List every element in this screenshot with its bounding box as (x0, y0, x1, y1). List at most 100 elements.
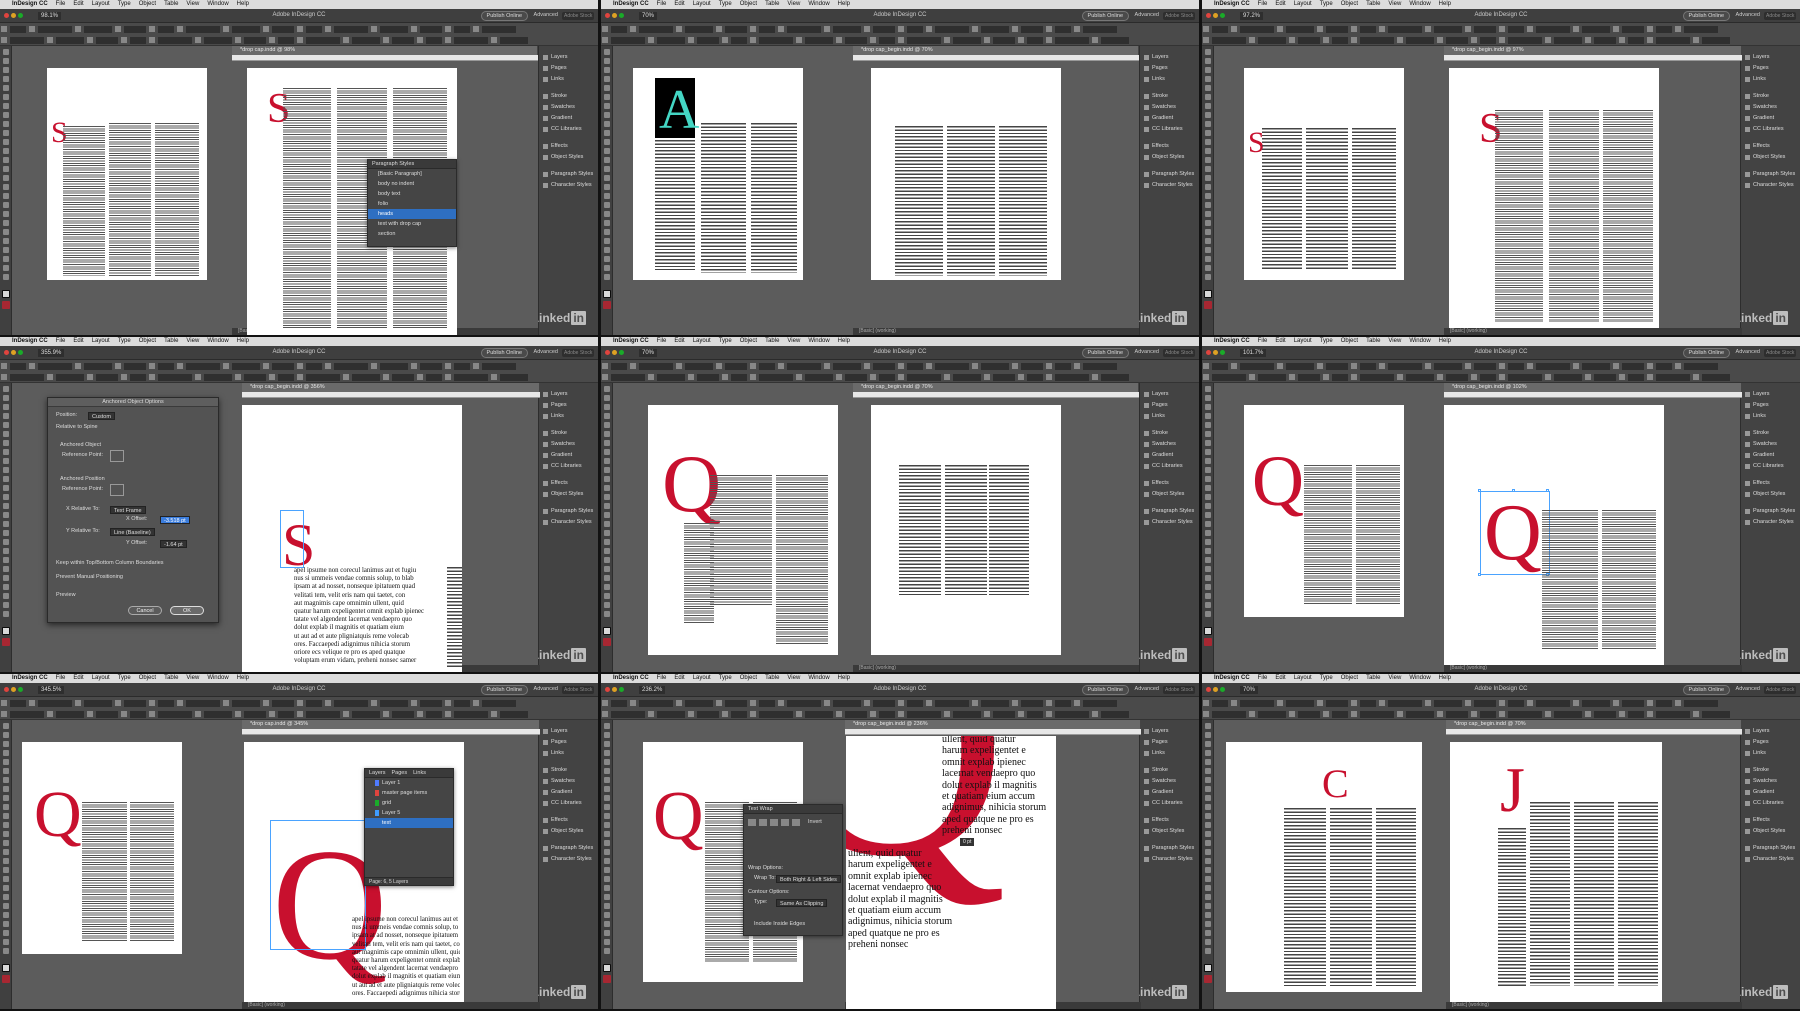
control-icon[interactable] (1203, 711, 1209, 717)
menu-file[interactable]: File (56, 675, 66, 681)
tool-icon[interactable] (1204, 67, 1211, 73)
tool-icon[interactable] (603, 404, 610, 410)
panel-pages[interactable]: Pages (1140, 400, 1199, 411)
panel-links[interactable]: Links (1741, 748, 1800, 759)
control-field[interactable] (953, 711, 981, 718)
control-field[interactable] (1582, 700, 1610, 707)
control-field[interactable] (1332, 374, 1348, 381)
control-icon[interactable] (343, 374, 349, 380)
control-icon[interactable] (926, 700, 932, 706)
control-icon[interactable] (1203, 700, 1209, 706)
control-icon[interactable] (87, 711, 93, 717)
tool-icon[interactable] (1204, 611, 1211, 617)
control-icon[interactable] (223, 700, 229, 706)
control-field[interactable] (454, 37, 488, 44)
tool-icon[interactable] (1204, 768, 1211, 774)
panel-character-styles[interactable]: Character Styles (539, 854, 598, 865)
control-icon[interactable] (1545, 711, 1551, 717)
selection-box[interactable] (280, 510, 304, 568)
tool-icon[interactable] (603, 485, 610, 491)
control-field[interactable] (186, 700, 220, 707)
control-field[interactable] (787, 700, 821, 707)
tool-icon[interactable] (1204, 903, 1211, 909)
menu-help[interactable]: Help (1439, 338, 1451, 344)
control-icon[interactable] (944, 37, 950, 43)
tool-icon[interactable] (1204, 912, 1211, 918)
document-tab[interactable]: *drop cap.indd @ 98% (232, 46, 538, 55)
control-icon[interactable] (1012, 700, 1018, 706)
control-icon[interactable] (870, 37, 876, 43)
tool-icon[interactable] (603, 76, 610, 82)
tool-icon[interactable] (2, 467, 9, 473)
control-field[interactable] (392, 374, 414, 381)
tool-icon[interactable] (603, 94, 610, 100)
control-icon[interactable] (750, 363, 756, 369)
panel-links[interactable]: Links (539, 411, 598, 422)
control-field[interactable] (611, 26, 627, 33)
control-icon[interactable] (1585, 711, 1591, 717)
tool-icon[interactable] (603, 67, 610, 73)
control-icon[interactable] (1074, 363, 1080, 369)
control-icon[interactable] (1351, 37, 1357, 43)
control-icon[interactable] (1, 711, 7, 717)
control-field[interactable] (1360, 700, 1376, 707)
panel-stroke[interactable]: Stroke (1140, 91, 1199, 102)
tool-icon[interactable] (603, 85, 610, 91)
control-field[interactable] (1480, 374, 1496, 381)
menu-table[interactable]: Table (1366, 675, 1380, 681)
control-icon[interactable] (1046, 26, 1052, 32)
control-field[interactable] (1622, 363, 1644, 370)
control-field[interactable] (500, 374, 528, 381)
control-field[interactable] (611, 700, 627, 707)
control-icon[interactable] (898, 363, 904, 369)
tool-icon[interactable] (1204, 813, 1211, 819)
tool-icon[interactable] (1204, 148, 1211, 154)
panel-object-styles[interactable]: Object Styles (1741, 826, 1800, 837)
document-tab[interactable]: *drop cap.indd @ 345% (242, 720, 540, 729)
control-field[interactable] (1656, 711, 1690, 718)
control-icon[interactable] (87, 37, 93, 43)
control-field[interactable] (953, 374, 981, 381)
control-field[interactable] (1582, 363, 1610, 370)
tool-icon[interactable] (1204, 422, 1211, 428)
menu-object[interactable]: Object (740, 1, 757, 7)
panel-effects[interactable]: Effects (1140, 815, 1199, 826)
panel-effects[interactable]: Effects (1741, 815, 1800, 826)
control-icon[interactable] (371, 700, 377, 706)
tool-icon[interactable] (603, 786, 610, 792)
control-icon[interactable] (1585, 37, 1591, 43)
control-field[interactable] (186, 363, 220, 370)
control-icon[interactable] (1573, 26, 1579, 32)
panel-stroke[interactable]: Stroke (1140, 765, 1199, 776)
panel-object-styles[interactable]: Object Styles (1140, 152, 1199, 163)
control-icon[interactable] (297, 37, 303, 43)
control-field[interactable] (1628, 374, 1644, 381)
control-field[interactable] (232, 363, 260, 370)
control-field[interactable] (1326, 26, 1348, 33)
control-field[interactable] (1388, 700, 1422, 707)
control-icon[interactable] (417, 711, 423, 717)
control-field[interactable] (204, 711, 232, 718)
menu-table[interactable]: Table (765, 1, 779, 7)
tool-icon[interactable] (603, 130, 610, 136)
fill-swatch-icon[interactable] (602, 964, 611, 972)
control-icon[interactable] (1317, 700, 1323, 706)
control-field[interactable] (158, 363, 174, 370)
tool-icon[interactable] (2, 539, 9, 545)
control-icon[interactable] (445, 374, 451, 380)
panel-paragraph-styles[interactable]: Paragraph Styles (539, 506, 598, 517)
fill-swatch-icon[interactable] (1203, 290, 1212, 298)
control-icon[interactable] (972, 26, 978, 32)
publish-online-button[interactable]: Publish Online (1682, 348, 1730, 358)
menu-view[interactable]: View (1388, 675, 1401, 681)
control-icon[interactable] (297, 26, 303, 32)
control-field[interactable] (1474, 700, 1496, 707)
control-icon[interactable] (1471, 374, 1477, 380)
tool-icon[interactable] (603, 539, 610, 545)
control-icon[interactable] (1277, 700, 1283, 706)
menu-table[interactable]: Table (164, 338, 178, 344)
panel-cc-libraries[interactable]: CC Libraries (539, 798, 598, 809)
tool-icon[interactable] (603, 602, 610, 608)
selection-handle[interactable] (1478, 573, 1481, 576)
control-icon[interactable] (944, 374, 950, 380)
